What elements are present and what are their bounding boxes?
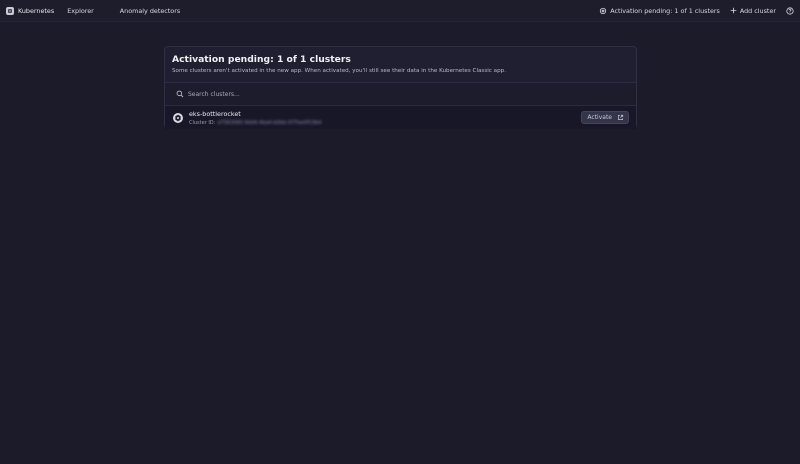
activation-status-button[interactable]: Activation pending: 1 of 1 clusters bbox=[599, 7, 720, 15]
cluster-id: Cluster ID: a7583060-9dd4-4ba4-b0bb-5f7f… bbox=[189, 120, 322, 126]
app-brand[interactable]: Kubernetes bbox=[6, 6, 55, 15]
gear-icon bbox=[600, 7, 607, 14]
search-bar bbox=[165, 83, 636, 106]
external-link-icon bbox=[618, 114, 624, 120]
panel-subtitle: Some clusters aren't activated in the ne… bbox=[172, 68, 506, 74]
panel-title: Activation pending: 1 of 1 clusters bbox=[172, 54, 351, 65]
panel-header: Activation pending: 1 of 1 clusters Some… bbox=[165, 47, 636, 83]
add-cluster-label: Add cluster bbox=[739, 6, 776, 15]
top-bar: Kubernetes Explorer Anomaly detectors Ac… bbox=[0, 0, 800, 22]
search-clusters-input[interactable] bbox=[188, 90, 488, 98]
cluster-row: eks-bottlerocket Cluster ID: a7583060-9d… bbox=[165, 106, 636, 129]
activation-pending-panel: Activation pending: 1 of 1 clusters Some… bbox=[164, 46, 637, 129]
plus-icon bbox=[730, 7, 737, 14]
nav-explorer[interactable]: Explorer bbox=[67, 7, 94, 15]
cluster-info: eks-bottlerocket Cluster ID: a7583060-9d… bbox=[189, 110, 322, 126]
help-icon bbox=[786, 6, 794, 15]
activate-label: Activate bbox=[587, 114, 612, 121]
cluster-id-label: Cluster ID: bbox=[189, 119, 216, 126]
activation-status-label: Activation pending: 1 of 1 clusters bbox=[610, 6, 720, 15]
nav-anomaly-detectors[interactable]: Anomaly detectors bbox=[120, 7, 180, 15]
activate-button[interactable]: Activate bbox=[581, 111, 629, 124]
kubernetes-app-icon bbox=[6, 6, 14, 15]
cluster-name: eks-bottlerocket bbox=[189, 109, 241, 118]
add-cluster-button[interactable]: Add cluster bbox=[730, 7, 776, 15]
search-icon bbox=[176, 90, 184, 98]
cluster-id-value: a7583060-9dd4-4ba4-b0bb-5f7fae0f19b4 bbox=[217, 119, 322, 126]
app-name: Kubernetes bbox=[18, 6, 55, 15]
help-button[interactable] bbox=[786, 6, 794, 15]
kubernetes-cluster-icon bbox=[173, 112, 183, 123]
